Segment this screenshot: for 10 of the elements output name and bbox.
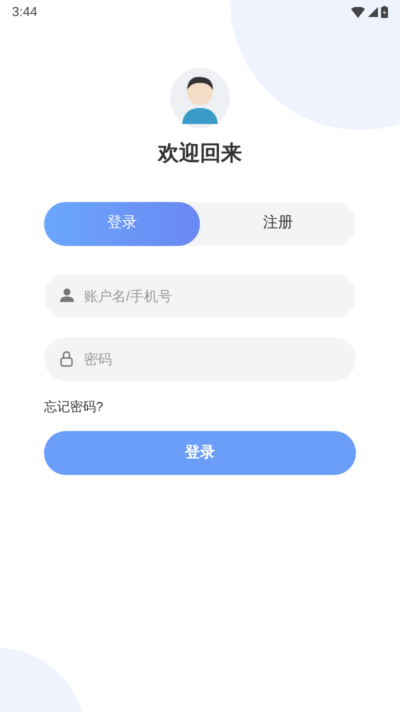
status-time: 3:44	[12, 3, 38, 22]
input-field[interactable]: 密码	[44, 336, 356, 380]
avatar-icon	[170, 68, 230, 128]
welcome-title: 欢迎回来	[158, 140, 242, 167]
wifi-icon	[351, 6, 365, 18]
input-field[interactable]: 账户名/手机号	[44, 274, 356, 318]
signal-icon	[368, 7, 378, 17]
battery-icon	[381, 6, 388, 18]
tab[interactable]: 注册	[200, 202, 356, 246]
forgot-password-link[interactable]: 忘记密码?	[44, 396, 104, 416]
